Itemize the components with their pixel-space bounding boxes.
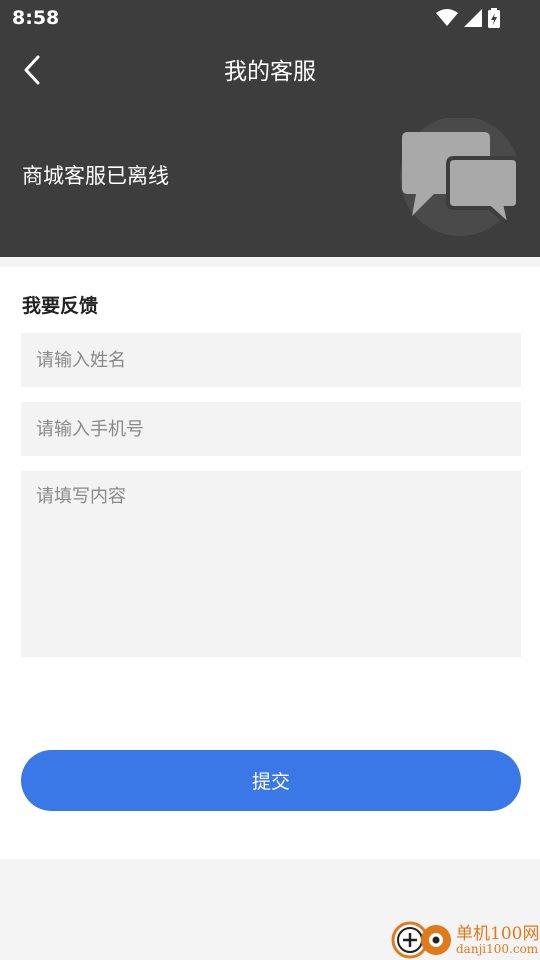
submit-button[interactable]: 提交 bbox=[21, 750, 521, 811]
page-title: 我的客服 bbox=[224, 59, 316, 85]
status-time: 8:58 bbox=[12, 7, 60, 29]
nav-bar: 我的客服 bbox=[0, 40, 540, 96]
watermark: 单机100网 danji100.com bbox=[390, 916, 540, 960]
cell-signal-icon bbox=[464, 9, 482, 27]
feedback-form: 我要反馈 提交 bbox=[0, 267, 540, 859]
status-icons bbox=[436, 8, 500, 28]
chat-bubbles-icon bbox=[400, 118, 520, 236]
name-input[interactable] bbox=[21, 333, 521, 387]
battery-icon bbox=[488, 8, 500, 28]
status-bar: 8:58 bbox=[0, 0, 540, 36]
service-status-text: 商城客服已离线 bbox=[22, 164, 169, 188]
content-textarea[interactable] bbox=[21, 471, 521, 657]
phone-input[interactable] bbox=[21, 402, 521, 456]
wifi-icon bbox=[436, 9, 458, 26]
header-banner: 8:58 我的客服 商城客服已离线 bbox=[0, 0, 540, 257]
feedback-section-title: 我要反馈 bbox=[22, 295, 99, 317]
watermark-brand: 单机100网 bbox=[456, 924, 540, 944]
watermark-logo-icon bbox=[391, 921, 451, 959]
watermark-domain: danji100.com bbox=[456, 942, 539, 956]
